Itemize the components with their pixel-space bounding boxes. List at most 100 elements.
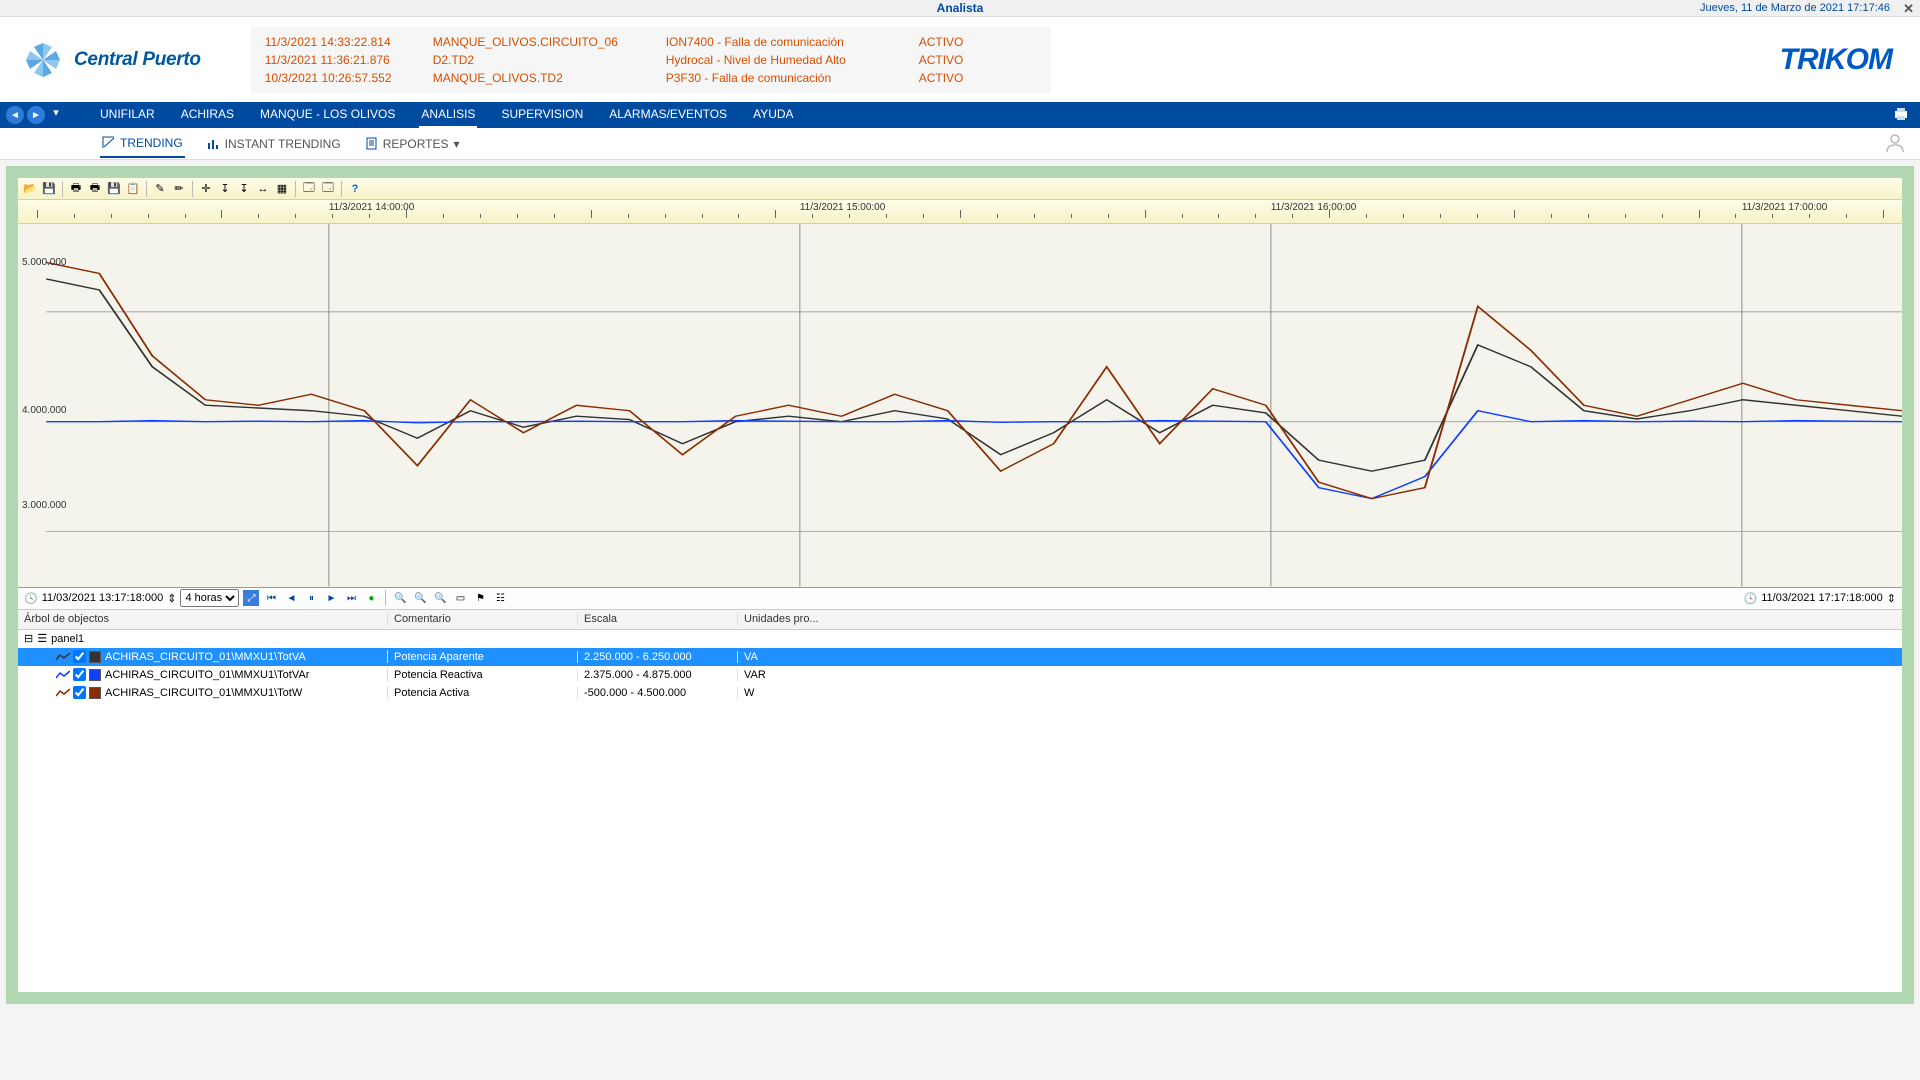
next-icon[interactable]: ► xyxy=(323,590,339,606)
window-titlebar: Analista Jueves, 11 de Marzo de 2021 17:… xyxy=(0,0,1920,17)
series-comment: Potencia Activa xyxy=(388,687,578,699)
legend-icon[interactable]: ☷ xyxy=(492,590,508,606)
alarm-row[interactable]: 11/3/2021 11:36:21.876D2.TD2Hydrocal - N… xyxy=(265,51,1037,69)
series-unit: VAR xyxy=(738,669,838,681)
tab-instant-trending[interactable]: INSTANT TRENDING xyxy=(205,131,343,157)
tab-trending-label: TRENDING xyxy=(120,136,183,150)
series-checkbox[interactable] xyxy=(73,686,86,699)
trend-icon xyxy=(56,670,70,680)
tree-row[interactable]: ACHIRAS_CIRCUITO_01\MMXU1\TotW Potencia A… xyxy=(18,684,1902,702)
series-scale: -500.000 - 4.500.000 xyxy=(578,687,738,699)
col-arbol[interactable]: Árbol de objectos xyxy=(18,613,388,625)
ruler-label: 11/3/2021 17:00:00 xyxy=(1742,202,1827,213)
color-swatch[interactable] xyxy=(89,687,101,699)
series-unit: W xyxy=(738,687,838,699)
nav-forward-button[interactable]: ► xyxy=(27,106,45,124)
time-start: 11/03/2021 13:17:18:000 xyxy=(42,592,164,604)
fit-icon[interactable]: ⤢ xyxy=(243,590,259,606)
header: Central Puerto 11/3/2021 14:33:22.814MAN… xyxy=(0,17,1920,102)
copy-icon[interactable]: 📋 xyxy=(125,181,141,197)
col-comentario[interactable]: Comentario xyxy=(388,613,578,625)
properties-icon[interactable]: 🗔 xyxy=(301,181,317,197)
pause-icon[interactable]: ⏸ xyxy=(303,590,319,606)
marker-b-icon[interactable]: ↧ xyxy=(236,181,252,197)
nav-alarmas-eventos[interactable]: ALARMAS/EVENTOS xyxy=(607,102,729,128)
y-axis-label: 3.000.000 xyxy=(22,500,67,511)
print-icon[interactable] xyxy=(1892,105,1910,126)
workspace: 📂 💾 🖶 🖶 💾 📋 ✎ ✏ ✛ ↧ ↧ ↔ ▦ 🗔 🗔 ? 11/3/202… xyxy=(6,166,1914,1004)
sub-nav: TRENDING INSTANT TRENDING REPORTES ▾ xyxy=(0,128,1920,160)
color-swatch[interactable] xyxy=(89,651,101,663)
trending-icon xyxy=(102,136,115,149)
tab-trending[interactable]: TRENDING xyxy=(100,130,185,158)
nav-dropdown-button[interactable]: ▾ xyxy=(48,106,64,124)
crosshair-icon[interactable]: ✛ xyxy=(198,181,214,197)
col-unidades[interactable]: Unidades pro... xyxy=(738,613,838,625)
first-icon[interactable]: ⏮ xyxy=(263,590,279,606)
help-icon[interactable]: ? xyxy=(347,181,363,197)
zoom-out-icon[interactable]: 🔍 xyxy=(412,590,428,606)
last-icon[interactable]: ⏭ xyxy=(343,590,359,606)
nav-back-button[interactable]: ◄ xyxy=(6,106,24,124)
zoom-in-icon[interactable]: 🔍 xyxy=(392,590,408,606)
flag-icon[interactable]: ⚑ xyxy=(472,590,488,606)
logo-central-puerto: Central Puerto xyxy=(22,39,201,81)
tree-row[interactable]: ACHIRAS_CIRCUITO_01\MMXU1\TotVAPotencia … xyxy=(18,648,1902,666)
spinner-icon[interactable]: ⇕ xyxy=(167,592,176,605)
marker-a-icon[interactable]: ↧ xyxy=(217,181,233,197)
prev-icon[interactable]: ◄ xyxy=(283,590,299,606)
live-icon[interactable]: ● xyxy=(363,590,379,606)
alarm-row[interactable]: 10/3/2021 10:26:57.552MANQUE_OLIVOS.TD2P… xyxy=(265,69,1037,87)
main-nav: ◄ ► ▾ UNIFILAR ACHIRAS MANQUE - LOS OLIVOS… xyxy=(0,102,1920,128)
save-icon[interactable]: 💾 xyxy=(41,181,57,197)
nav-analisis[interactable]: ANALISIS xyxy=(419,102,477,128)
series-checkbox[interactable] xyxy=(73,650,86,663)
settings-icon[interactable]: 🗔 xyxy=(320,181,336,197)
tree-panel-root[interactable]: ⊟☰panel1 xyxy=(18,630,1902,648)
time-end: 11/03/2021 17:17:18:000 xyxy=(1761,592,1883,604)
trending-panel: 📂 💾 🖶 🖶 💾 📋 ✎ ✏ ✛ ↧ ↧ ↔ ▦ 🗔 🗔 ? 11/3/202… xyxy=(18,178,1902,992)
tab-reportes[interactable]: REPORTES ▾ xyxy=(363,131,462,157)
line-chart xyxy=(18,224,1902,587)
time-control-bar: 🕓 11/03/2021 13:17:18:000 ⇕ 4 horas ⤢ ⏮ … xyxy=(18,588,1902,610)
chevron-down-icon: ▾ xyxy=(453,137,459,151)
col-escala[interactable]: Escala xyxy=(578,613,738,625)
nav-achiras[interactable]: ACHIRAS xyxy=(179,102,236,128)
export-icon[interactable]: 💾 xyxy=(106,181,122,197)
range-select[interactable]: 4 horas xyxy=(180,589,239,607)
print-icon[interactable]: 🖶 xyxy=(68,181,84,197)
ruler-label: 11/3/2021 14:00:00 xyxy=(329,202,414,213)
ruler-label: 11/3/2021 15:00:00 xyxy=(800,202,885,213)
nav-unifilar[interactable]: UNIFILAR xyxy=(98,102,157,128)
nav-ayuda[interactable]: AYUDA xyxy=(751,102,795,128)
object-tree[interactable]: ⊟☰panel1ACHIRAS_CIRCUITO_01\MMXU1\TotVAP… xyxy=(18,630,1902,993)
series-comment: Potencia Aparente xyxy=(388,651,578,663)
collapse-icon[interactable]: ⊟ xyxy=(24,632,33,645)
zoom-reset-icon[interactable]: 🔍 xyxy=(432,590,448,606)
user-icon[interactable] xyxy=(1884,132,1906,160)
logo-pinwheel-icon xyxy=(22,39,64,81)
tree-row[interactable]: ACHIRAS_CIRCUITO_01\MMXU1\TotVArPotencia… xyxy=(18,666,1902,684)
series-name: ACHIRAS_CIRCUITO_01\MMXU1\TotW xyxy=(105,687,302,699)
spinner-end-icon[interactable]: ⇕ xyxy=(1887,592,1896,605)
clock-text: Jueves, 11 de Marzo de 2021 17:17:46 xyxy=(1700,2,1890,14)
print-preview-icon[interactable]: 🖶 xyxy=(87,181,103,197)
chart-area[interactable]: 5.000.0004.000.0003.000.000 xyxy=(18,224,1902,588)
grid-icon[interactable]: ▦ xyxy=(274,181,290,197)
highlighter-icon[interactable]: ✏ xyxy=(171,181,187,197)
pencil-icon[interactable]: ✎ xyxy=(152,181,168,197)
y-axis-label: 5.000.000 xyxy=(22,257,67,268)
zoom-box-icon[interactable]: ▭ xyxy=(452,590,468,606)
color-swatch[interactable] xyxy=(89,669,101,681)
trend-icon xyxy=(56,652,70,662)
folder-open-icon[interactable]: 📂 xyxy=(22,181,38,197)
nav-manque-los-olivos[interactable]: MANQUE - LOS OLIVOS xyxy=(258,102,397,128)
nav-supervision[interactable]: SUPERVISION xyxy=(499,102,585,128)
close-icon[interactable]: ✕ xyxy=(1903,1,1914,17)
ruler-icon[interactable]: ↔ xyxy=(255,181,271,197)
alarm-row[interactable]: 11/3/2021 14:33:22.814MANQUE_OLIVOS.CIRC… xyxy=(265,33,1037,51)
time-ruler: 11/3/2021 14:00:00 11/3/2021 15:00:00 11/3… xyxy=(18,200,1902,224)
clock-end-icon: 🕓 xyxy=(1744,592,1758,605)
series-checkbox[interactable] xyxy=(73,668,86,681)
logo-trikom: TRIKOM xyxy=(1780,43,1892,77)
